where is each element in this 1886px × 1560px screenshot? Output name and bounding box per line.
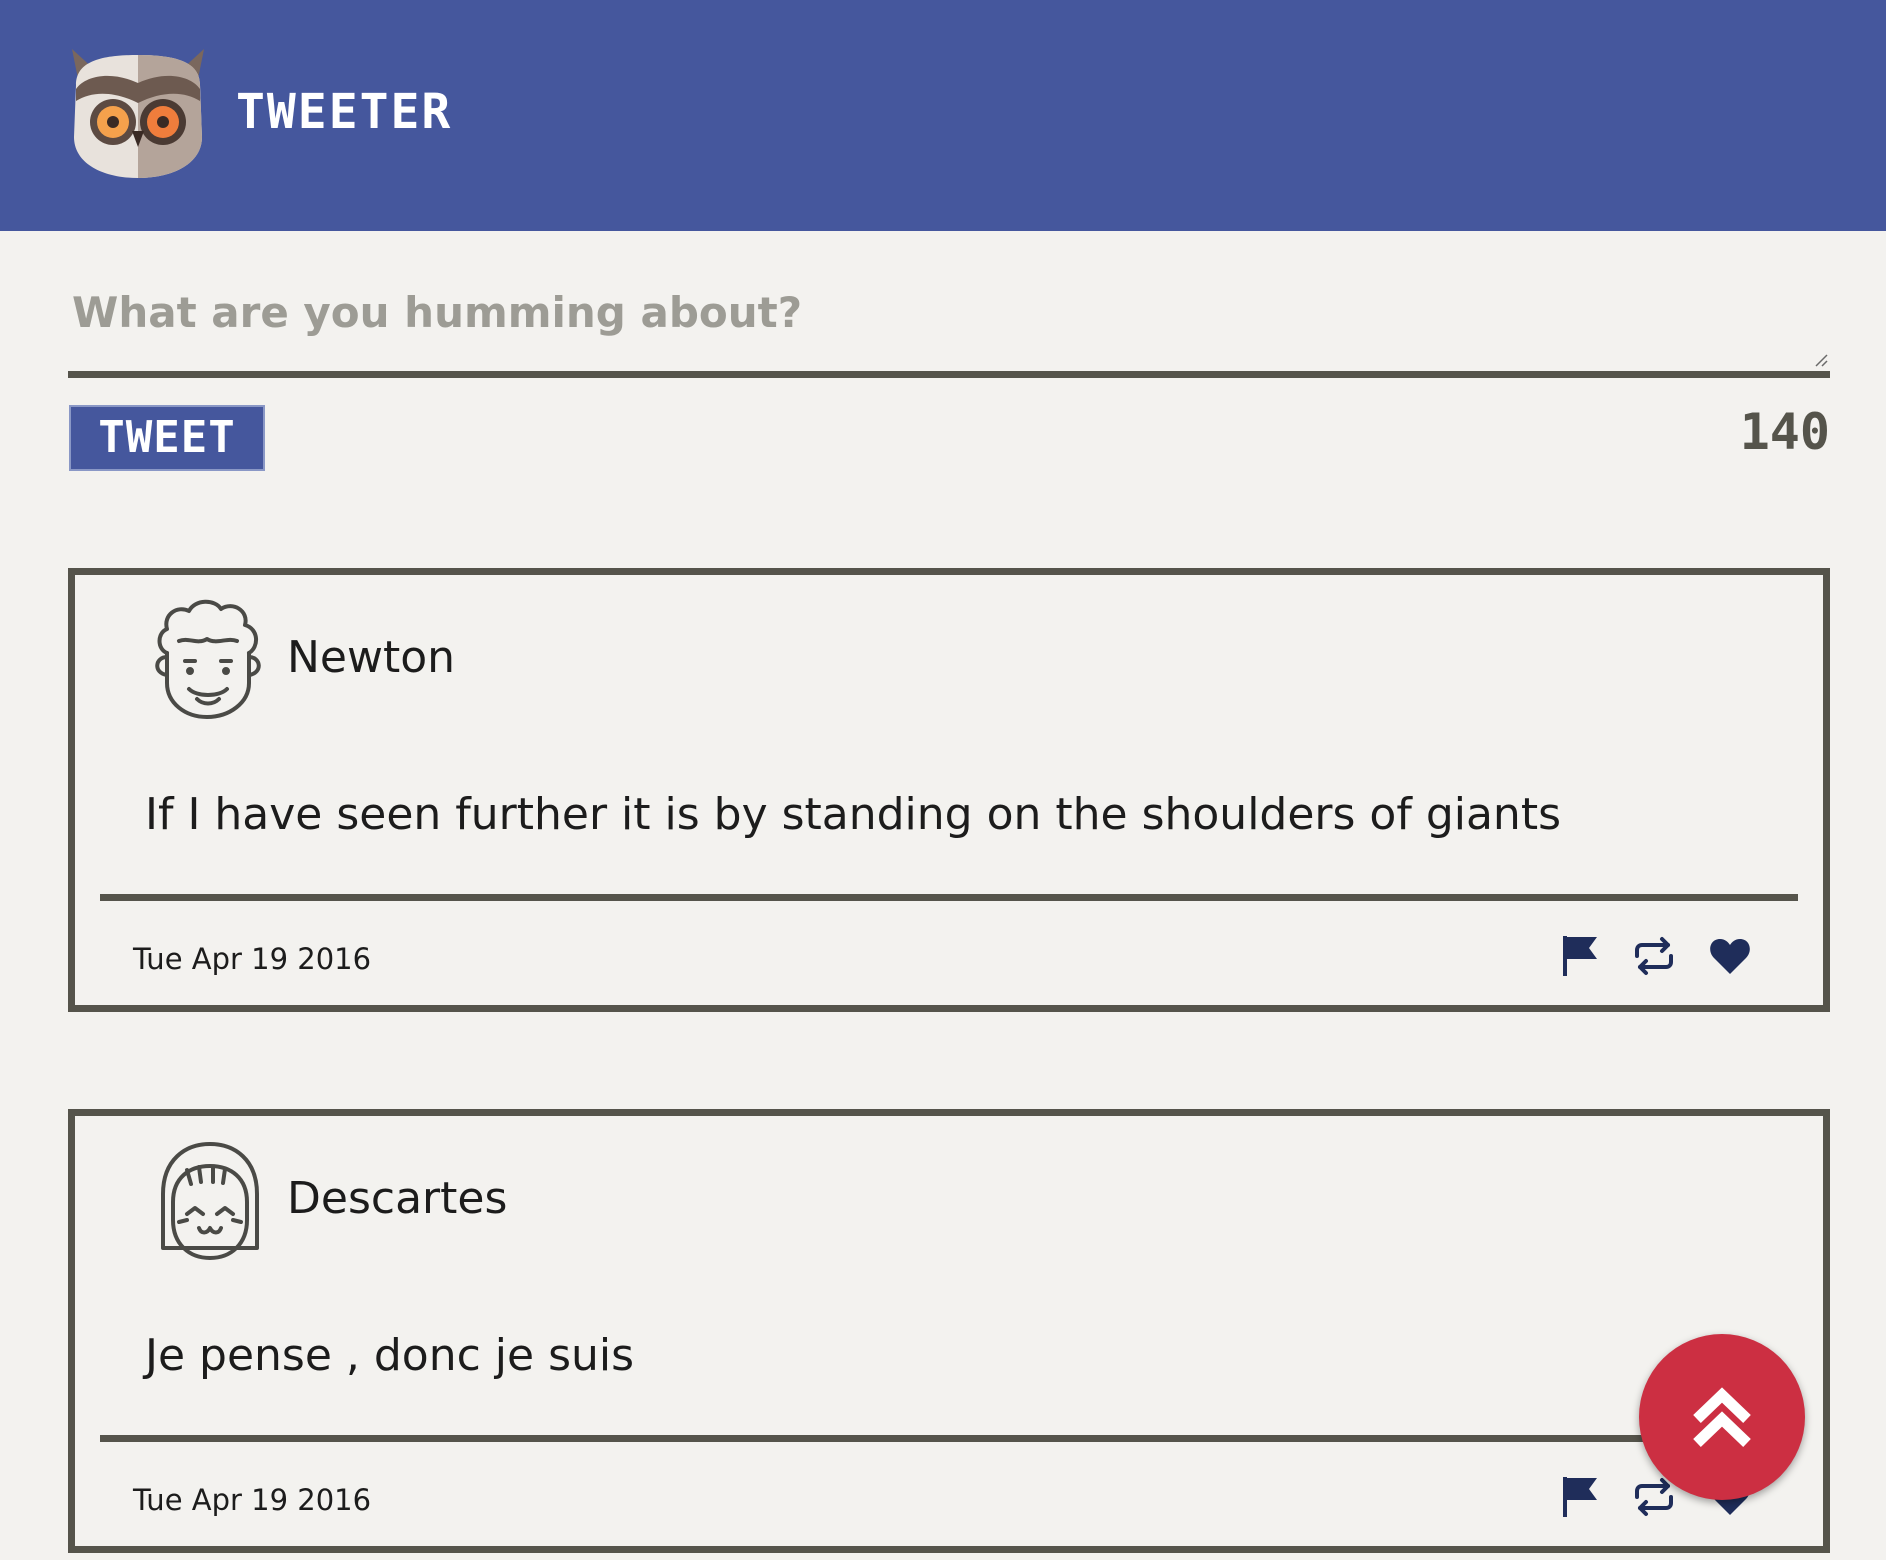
tweet-divider — [100, 894, 1798, 901]
app-header: TWEETER — [0, 0, 1886, 231]
tweet-text: Je pense , donc je suis — [145, 1330, 635, 1381]
flag-icon — [1563, 1477, 1597, 1517]
app-title: TWEETER — [236, 84, 453, 140]
tweet-text: If I have seen further it is by standing… — [145, 789, 1561, 840]
tweet-date: Tue Apr 19 2016 — [133, 942, 372, 976]
tweet-card: Newton If I have seen further it is by s… — [68, 568, 1830, 1012]
heart-icon — [1710, 939, 1750, 974]
tweet-button[interactable]: TWEET — [69, 405, 265, 471]
retweet-button[interactable] — [1631, 933, 1677, 979]
tweet-divider — [100, 1435, 1798, 1442]
owl-icon — [72, 49, 204, 178]
tweet-author[interactable]: Newton — [287, 630, 455, 686]
tweet-card: Descartes Je pense , donc je suis Tue Ap… — [68, 1109, 1830, 1553]
tweet-composer — [68, 270, 1830, 378]
double-chevron-up-icon — [1693, 1387, 1751, 1447]
flag-icon — [1563, 936, 1597, 976]
flag-button[interactable] — [1557, 1474, 1603, 1520]
tweet-date: Tue Apr 19 2016 — [133, 1483, 372, 1517]
retweet-icon — [1635, 937, 1673, 975]
like-button[interactable] — [1707, 933, 1753, 979]
retweet-icon — [1635, 1478, 1673, 1516]
tweet-author[interactable]: Descartes — [287, 1171, 507, 1227]
scroll-to-top-button[interactable] — [1639, 1334, 1805, 1500]
bob-hair-avatar-icon — [161, 1142, 259, 1260]
char-counter: 140 — [1739, 403, 1830, 461]
tweet-input[interactable] — [68, 270, 1830, 371]
curly-hair-avatar-icon — [155, 599, 261, 719]
resize-handle-icon[interactable] — [1812, 351, 1828, 367]
flag-button[interactable] — [1557, 933, 1603, 979]
